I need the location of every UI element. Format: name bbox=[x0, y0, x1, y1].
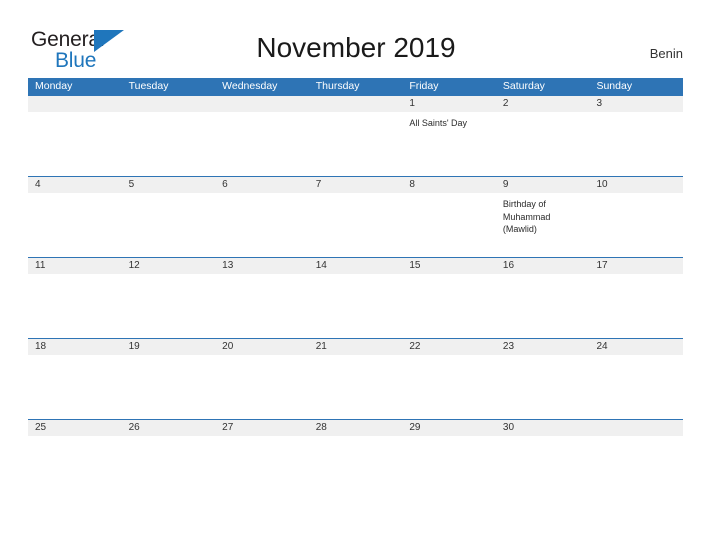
page-header: General Blue November 2019 Benin bbox=[0, 0, 712, 78]
day-events[interactable] bbox=[496, 274, 590, 338]
day-number[interactable]: 11 bbox=[28, 258, 122, 274]
day-events[interactable] bbox=[215, 436, 309, 500]
day-number[interactable]: 9 bbox=[496, 177, 590, 193]
day-number[interactable]: 4 bbox=[28, 177, 122, 193]
week-date-band: 11 12 13 14 15 16 17 bbox=[28, 258, 683, 274]
day-number[interactable]: 13 bbox=[215, 258, 309, 274]
day-events[interactable] bbox=[309, 112, 403, 176]
day-events[interactable] bbox=[28, 112, 122, 176]
day-number[interactable]: 1 bbox=[402, 96, 496, 112]
day-events[interactable] bbox=[402, 193, 496, 257]
weekday-header-tuesday: Tuesday bbox=[128, 80, 169, 92]
calendar-week-row: 4 5 6 7 8 9 10 Birthday of Muhammad (Maw… bbox=[28, 176, 683, 257]
day-number[interactable] bbox=[122, 96, 216, 112]
day-number[interactable]: 27 bbox=[215, 420, 309, 436]
week-event-band bbox=[28, 436, 683, 500]
day-events[interactable] bbox=[309, 436, 403, 500]
day-events[interactable] bbox=[496, 112, 590, 176]
day-events[interactable] bbox=[122, 355, 216, 419]
day-events[interactable] bbox=[309, 274, 403, 338]
week-event-band: Birthday of Muhammad (Mawlid) bbox=[28, 193, 683, 257]
day-events[interactable] bbox=[122, 436, 216, 500]
calendar-grid: Monday Tuesday Wednesday Thursday Friday… bbox=[28, 78, 683, 500]
day-events[interactable]: All Saints' Day bbox=[402, 112, 496, 176]
day-events[interactable] bbox=[122, 274, 216, 338]
week-date-band: 25 26 27 28 29 30 bbox=[28, 420, 683, 436]
day-number[interactable] bbox=[215, 96, 309, 112]
week-event-band bbox=[28, 355, 683, 419]
day-number[interactable]: 6 bbox=[215, 177, 309, 193]
weekday-header-thursday: Thursday bbox=[315, 80, 360, 92]
calendar-weekday-header-row: Monday Tuesday Wednesday Thursday Friday… bbox=[28, 78, 683, 95]
day-events[interactable] bbox=[28, 193, 122, 257]
calendar-week-row: 25 26 27 28 29 30 bbox=[28, 419, 683, 500]
day-number[interactable]: 3 bbox=[589, 96, 683, 112]
day-events[interactable] bbox=[28, 436, 122, 500]
day-number[interactable]: 21 bbox=[309, 339, 403, 355]
day-number[interactable] bbox=[28, 96, 122, 112]
day-events[interactable] bbox=[589, 355, 683, 419]
weekday-header-monday: Monday bbox=[35, 80, 73, 92]
day-events[interactable] bbox=[215, 112, 309, 176]
day-events[interactable] bbox=[589, 112, 683, 176]
weekday-header-saturday: Saturday bbox=[502, 80, 545, 92]
weekday-header-wednesday: Wednesday bbox=[222, 80, 278, 92]
day-number[interactable]: 24 bbox=[589, 339, 683, 355]
day-number[interactable]: 19 bbox=[122, 339, 216, 355]
day-number[interactable]: 23 bbox=[496, 339, 590, 355]
day-number[interactable]: 20 bbox=[215, 339, 309, 355]
week-event-band: All Saints' Day bbox=[28, 112, 683, 176]
week-date-band: 1 2 3 bbox=[28, 96, 683, 112]
day-events[interactable] bbox=[402, 274, 496, 338]
day-number[interactable] bbox=[589, 420, 683, 436]
day-events[interactable] bbox=[589, 193, 683, 257]
day-number[interactable]: 25 bbox=[28, 420, 122, 436]
day-number[interactable]: 2 bbox=[496, 96, 590, 112]
calendar-week-row: 18 19 20 21 22 23 24 bbox=[28, 338, 683, 419]
day-number[interactable]: 22 bbox=[402, 339, 496, 355]
day-events[interactable] bbox=[589, 436, 683, 500]
day-events[interactable] bbox=[496, 355, 590, 419]
day-number[interactable]: 26 bbox=[122, 420, 216, 436]
day-number[interactable]: 16 bbox=[496, 258, 590, 274]
day-number[interactable]: 28 bbox=[309, 420, 403, 436]
country-label: Benin bbox=[649, 46, 683, 61]
day-number[interactable]: 8 bbox=[402, 177, 496, 193]
week-event-band bbox=[28, 274, 683, 338]
day-events[interactable] bbox=[309, 193, 403, 257]
day-events[interactable] bbox=[28, 274, 122, 338]
day-events[interactable] bbox=[589, 274, 683, 338]
weekday-header-sunday: Sunday bbox=[596, 80, 633, 92]
day-number[interactable]: 5 bbox=[122, 177, 216, 193]
week-date-band: 4 5 6 7 8 9 10 bbox=[28, 177, 683, 193]
day-number[interactable]: 18 bbox=[28, 339, 122, 355]
day-number[interactable]: 30 bbox=[496, 420, 590, 436]
day-events[interactable] bbox=[215, 274, 309, 338]
day-number[interactable]: 15 bbox=[402, 258, 496, 274]
day-events[interactable] bbox=[309, 355, 403, 419]
week-date-band: 18 19 20 21 22 23 24 bbox=[28, 339, 683, 355]
day-events[interactable] bbox=[402, 436, 496, 500]
day-events[interactable] bbox=[496, 436, 590, 500]
day-events[interactable]: Birthday of Muhammad (Mawlid) bbox=[496, 193, 590, 257]
weekday-header-friday: Friday bbox=[409, 80, 439, 92]
day-events[interactable] bbox=[215, 355, 309, 419]
day-number[interactable]: 12 bbox=[122, 258, 216, 274]
day-events[interactable] bbox=[28, 355, 122, 419]
day-number[interactable]: 10 bbox=[589, 177, 683, 193]
calendar-week-row: 11 12 13 14 15 16 17 bbox=[28, 257, 683, 338]
day-number[interactable]: 17 bbox=[589, 258, 683, 274]
calendar-week-row: 1 2 3 All Saints' Day bbox=[28, 95, 683, 176]
day-number[interactable] bbox=[309, 96, 403, 112]
day-events[interactable] bbox=[122, 193, 216, 257]
page-title: November 2019 bbox=[256, 32, 456, 63]
day-number[interactable]: 14 bbox=[309, 258, 403, 274]
day-events[interactable] bbox=[402, 355, 496, 419]
day-events[interactable] bbox=[215, 193, 309, 257]
day-events[interactable] bbox=[122, 112, 216, 176]
day-number[interactable]: 29 bbox=[402, 420, 496, 436]
day-number[interactable]: 7 bbox=[309, 177, 403, 193]
